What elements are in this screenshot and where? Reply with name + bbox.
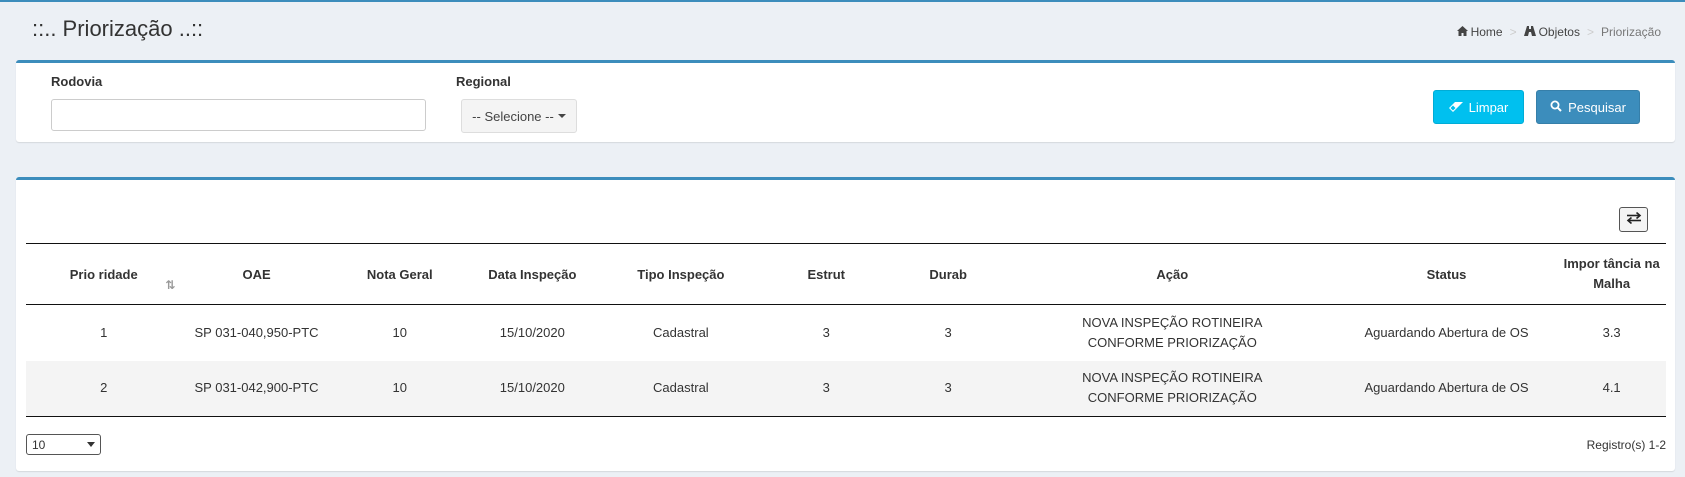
priorizacao-table: Prio ridade ⇅ OAE Nota Geral Data Inspeç… bbox=[26, 243, 1666, 417]
table-cell: SP 031-042,900-PTC bbox=[181, 360, 332, 417]
breadcrumb: Home > Objetos > Priorização bbox=[1456, 25, 1661, 39]
breadcrumb-home[interactable]: Home bbox=[1456, 25, 1503, 39]
search-button[interactable]: Pesquisar bbox=[1536, 90, 1640, 124]
bridge-icon bbox=[1523, 25, 1536, 39]
page-size-value: 10 bbox=[32, 437, 46, 452]
regional-select-value: -- Selecione -- bbox=[472, 108, 554, 124]
regional-select[interactable]: -- Selecione -- bbox=[461, 99, 577, 133]
table-cell: 1 bbox=[100, 324, 108, 340]
table-cell: 3 bbox=[822, 324, 830, 340]
toggle-columns-button[interactable] bbox=[1619, 207, 1648, 232]
table-cell: 15/10/2020 bbox=[499, 324, 565, 340]
table-row[interactable]: 1 SP 031-040,950-PTC 10 15/10/2020 Cadas… bbox=[26, 305, 1666, 361]
search-icon bbox=[1550, 100, 1562, 115]
chevron-down-icon bbox=[557, 114, 566, 118]
search-button-label: Pesquisar bbox=[1568, 99, 1626, 115]
column-header[interactable]: Tipo Inspeção bbox=[596, 243, 765, 305]
table-cell: 2 bbox=[26, 360, 182, 417]
rodovia-label: Rodovia bbox=[51, 74, 103, 89]
column-header[interactable]: Status bbox=[1335, 243, 1558, 305]
table-row[interactable]: 2 SP 031-042,900-PTC 10 15/10/2020 Cadas… bbox=[26, 360, 1666, 417]
eraser-icon bbox=[1448, 100, 1463, 115]
clear-button[interactable]: Limpar bbox=[1433, 90, 1524, 124]
page-title: ::.. Priorização ..:: bbox=[32, 16, 204, 41]
table-cell: 4.1 bbox=[1557, 360, 1666, 417]
table-cell: Aguardando Abertura de OS bbox=[1335, 360, 1558, 417]
table-cell: 3 bbox=[765, 360, 888, 417]
table-cell: NOVA INSPEÇÃO ROTINEIRA CONFORME PRIORIZ… bbox=[1008, 360, 1336, 417]
table-header-row: Prio ridade ⇅ OAE Nota Geral Data Inspeç… bbox=[26, 243, 1666, 305]
table-cell: 15/10/2020 bbox=[467, 360, 597, 417]
chevron-down-icon bbox=[87, 442, 95, 447]
table-cell: Aguardando Abertura de OS bbox=[1364, 324, 1529, 340]
filter-panel: Rodovia Regional -- Selecione -- Limpar … bbox=[16, 60, 1675, 142]
table-cell: SP 031-040,950-PTC bbox=[194, 324, 319, 340]
table-cell: 10 bbox=[392, 324, 407, 340]
page-size-select[interactable]: 10 bbox=[26, 434, 101, 455]
clear-button-label: Limpar bbox=[1468, 99, 1509, 115]
regional-label: Regional bbox=[456, 74, 511, 89]
breadcrumb-objetos-label: Objetos bbox=[1538, 25, 1580, 39]
column-header[interactable]: Data Inspeção bbox=[467, 243, 597, 305]
column-header[interactable]: Durab bbox=[887, 243, 1009, 305]
breadcrumb-current: Priorização bbox=[1600, 25, 1661, 39]
table-cell: Cadastral bbox=[653, 324, 709, 340]
content-header: ::.. Priorização ..:: Home > Objetos > P… bbox=[0, 2, 1685, 60]
breadcrumb-objetos[interactable]: Objetos bbox=[1523, 25, 1580, 39]
table-cell: 3 bbox=[944, 324, 952, 340]
table-cell: NOVA INSPEÇÃO ROTINEIRA CONFORME PRIORIZ… bbox=[1082, 314, 1263, 350]
column-header[interactable]: Estrut bbox=[765, 243, 888, 305]
breadcrumb-separator: > bbox=[1509, 25, 1517, 39]
record-count: Registro(s) 1-2 bbox=[1586, 438, 1666, 452]
table-cell: 3.3 bbox=[1602, 324, 1621, 340]
table-cell: Cadastral bbox=[596, 360, 765, 417]
column-header[interactable]: Ação bbox=[1008, 243, 1336, 305]
exchange-icon bbox=[1626, 211, 1642, 227]
sort-icon[interactable]: ⇅ bbox=[165, 278, 175, 292]
table-cell: 3 bbox=[887, 360, 1009, 417]
column-header[interactable]: Impor tância na Malha bbox=[1557, 243, 1666, 305]
results-panel: Prio ridade ⇅ OAE Nota Geral Data Inspeç… bbox=[16, 177, 1675, 471]
table-cell: 10 bbox=[331, 360, 468, 417]
rodovia-input[interactable] bbox=[51, 99, 426, 131]
column-header[interactable]: Nota Geral bbox=[331, 243, 468, 305]
breadcrumb-home-label: Home bbox=[1470, 25, 1503, 39]
breadcrumb-separator: > bbox=[1586, 25, 1594, 39]
column-header[interactable]: OAE bbox=[181, 243, 332, 305]
home-icon bbox=[1456, 25, 1468, 39]
column-header[interactable]: Prio ridade ⇅ bbox=[26, 243, 182, 305]
